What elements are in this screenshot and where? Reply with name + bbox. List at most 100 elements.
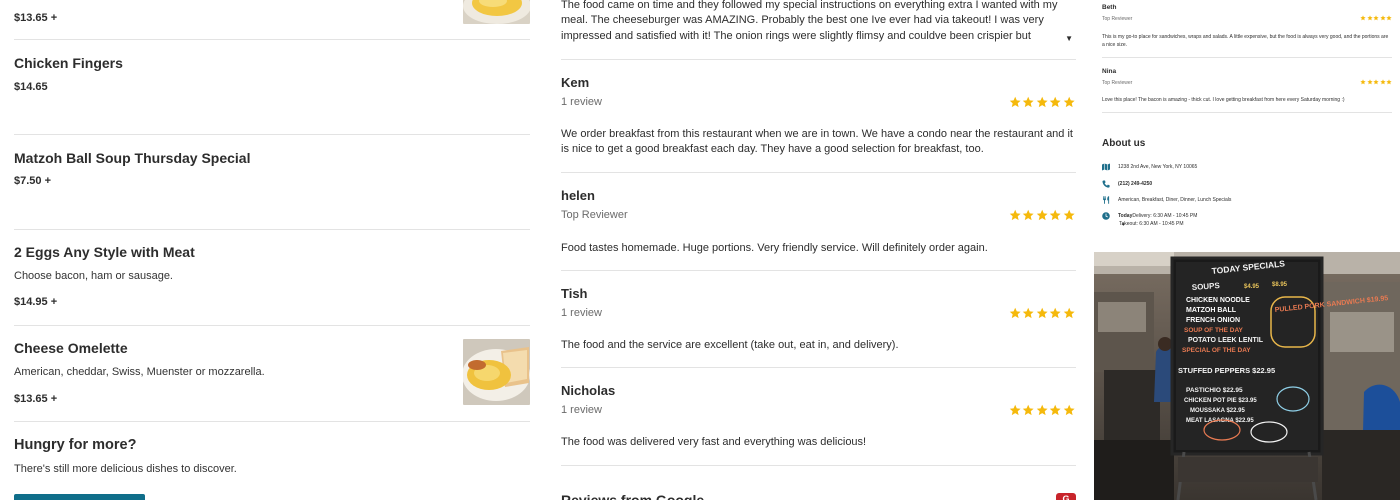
item-name: Cheese Omelette xyxy=(14,340,128,356)
board-pot-pie: CHICKEN POT PIE $23.95 xyxy=(1184,398,1257,404)
star-icon xyxy=(1360,79,1366,85)
star-icon xyxy=(1366,79,1373,85)
star-icon xyxy=(1063,96,1075,108)
rating-stars xyxy=(1009,96,1075,108)
board-price-lg: $8.95 xyxy=(1272,282,1288,288)
star-icon xyxy=(1023,307,1035,319)
reviewer-meta: Top Reviewer xyxy=(1102,80,1133,86)
star-icon xyxy=(1009,404,1021,416)
star-icon xyxy=(1379,15,1386,21)
reviewer-meta: 1 review xyxy=(561,307,602,319)
reviewer-meta: 1 review xyxy=(561,96,602,108)
star-icon xyxy=(1366,15,1373,21)
google-reviews-title: Reviews from Google xyxy=(561,492,705,500)
star-icon xyxy=(1386,15,1392,21)
divider xyxy=(561,367,1076,368)
rating-stars xyxy=(1009,307,1075,319)
view-more-button[interactable] xyxy=(14,494,145,500)
reviewer-name: Beth xyxy=(1102,4,1117,11)
review-text: This is my go-to place for sandwiches, w… xyxy=(1102,34,1389,48)
hours-label: Today xyxy=(1118,213,1133,219)
review-text: The food was delivered very fast and eve… xyxy=(561,436,867,448)
board-soup: CHICKEN NOODLE xyxy=(1186,297,1250,304)
menu-item[interactable]: Cheese Omelette American, cheddar, Swiss… xyxy=(14,326,530,422)
star-icon xyxy=(1386,79,1392,85)
board-special-of-day: SPECIAL OF THE DAY xyxy=(1182,347,1251,354)
board-soup: FRENCH ONION xyxy=(1186,317,1240,324)
star-icon xyxy=(1023,209,1035,221)
divider xyxy=(561,59,1076,60)
review-text: The food came on time and they followed … xyxy=(561,0,1058,42)
phone-row[interactable]: (212) 249-4250 xyxy=(1102,180,1152,188)
star-icon xyxy=(1036,404,1048,416)
board-price-sm: $4.95 xyxy=(1244,284,1260,290)
reviewer-name: Nicholas xyxy=(561,383,616,398)
board-soup-of-day: SOUP OF THE DAY xyxy=(1184,327,1244,334)
item-price: $7.50 + xyxy=(14,175,52,187)
item-price: $14.95 + xyxy=(14,296,58,308)
item-price: $13.65 + xyxy=(14,12,58,24)
cuisine-row: American, Breakfast, Diner, Dinner, Lunc… xyxy=(1102,196,1231,204)
star-icon xyxy=(1373,79,1379,85)
hours-row[interactable]: TodayDelivery: 6:30 AM - 10:45 PM Takeou… xyxy=(1102,212,1197,228)
phone-icon xyxy=(1102,180,1110,188)
reviewer-meta: Top Reviewer xyxy=(1102,16,1133,22)
menu-item[interactable]: Chicken Fingers $14.65 xyxy=(14,40,530,135)
chevron-down-icon[interactable]: ▾ xyxy=(1122,222,1125,228)
divider xyxy=(1102,112,1392,113)
board-pastichio: PASTICHIO $22.95 xyxy=(1186,387,1243,394)
star-icon xyxy=(1063,404,1075,416)
rating-stars xyxy=(1360,15,1392,21)
divider xyxy=(1102,57,1392,58)
board-moussaka: MOUSSAKA $22.95 xyxy=(1190,408,1245,414)
star-icon xyxy=(1009,209,1021,221)
menu-item[interactable]: Matzoh Ball Soup Thursday Special $7.50 … xyxy=(14,135,530,230)
star-icon xyxy=(1036,209,1048,221)
reviewer-meta: 1 review xyxy=(561,404,602,416)
item-price: $13.65 + xyxy=(14,393,58,405)
star-icon xyxy=(1049,404,1061,416)
chevron-down-icon[interactable]: ▼ xyxy=(1065,34,1073,43)
divider xyxy=(561,465,1076,466)
utensils-icon xyxy=(1103,196,1110,204)
item-photo xyxy=(463,0,530,24)
restaurant-photo: TODAY SPECIALS SOUPS CHICKEN NOODLE MATZ… xyxy=(1094,252,1400,500)
clock-icon xyxy=(1102,212,1110,220)
map-icon xyxy=(1102,163,1110,171)
divider xyxy=(561,270,1076,271)
reviewer-meta: Top Reviewer xyxy=(561,209,628,221)
rating-stars xyxy=(1009,209,1075,221)
takeout-hours: Takeout: 6:30 AM - 10:45 PM xyxy=(1119,221,1184,227)
phone-text: (212) 249-4250 xyxy=(1118,181,1153,187)
reviewer-name: Tish xyxy=(561,286,588,301)
star-icon xyxy=(1036,307,1048,319)
menu-item[interactable]: $13.65 + xyxy=(14,0,530,40)
board-lasagna: MEAT LASAGNA $22.95 xyxy=(1186,418,1254,424)
star-icon xyxy=(1009,96,1021,108)
star-icon xyxy=(1373,15,1379,21)
item-photo xyxy=(463,339,530,405)
star-icon xyxy=(1063,307,1075,319)
star-icon xyxy=(1360,15,1366,21)
address-row[interactable]: 1238 2nd Ave, New York, NY 10065 xyxy=(1102,163,1197,171)
cuisine-text: American, Breakfast, Diner, Dinner, Lunc… xyxy=(1118,197,1232,203)
review-text: We order breakfast from this restaurant … xyxy=(561,128,1073,156)
star-icon xyxy=(1009,307,1021,319)
star-icon xyxy=(1063,209,1075,221)
item-description: Choose bacon, ham or sausage. xyxy=(14,270,173,282)
menu-item[interactable]: 2 Eggs Any Style with Meat Choose bacon,… xyxy=(14,230,530,326)
hours-text: TodayDelivery: 6:30 AM - 10:45 PM Takeou… xyxy=(1118,212,1197,228)
reviewer-name: Nina xyxy=(1102,68,1117,75)
reviews-column: The food came on time and they followed … xyxy=(561,0,1076,500)
item-name: Matzoh Ball Soup Thursday Special xyxy=(14,150,251,166)
google-reviews-icon: G xyxy=(1056,493,1076,500)
item-name: Chicken Fingers xyxy=(14,55,123,71)
sidebar: Beth Top Reviewer This is my go-to place… xyxy=(1102,0,1392,250)
hungry-subtitle: There's still more delicious dishes to d… xyxy=(14,463,237,475)
divider xyxy=(561,172,1076,173)
star-icon xyxy=(1049,209,1061,221)
rating-stars xyxy=(1009,404,1075,416)
item-name: 2 Eggs Any Style with Meat xyxy=(14,244,195,260)
menu-column: $13.65 + Chicken Fingers $14.65 Matzoh B… xyxy=(14,0,530,500)
star-icon xyxy=(1023,404,1035,416)
